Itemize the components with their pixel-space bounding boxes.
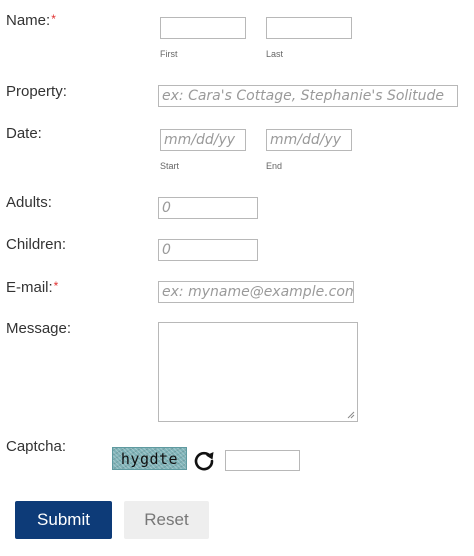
email-label: E-mail:* — [6, 279, 59, 296]
start-date-input[interactable]: mm/dd/yy — [160, 129, 246, 151]
first-name-input[interactable] — [160, 17, 246, 39]
message-label: Message: — [6, 320, 72, 337]
end-date-input[interactable]: mm/dd/yy — [266, 129, 352, 151]
children-input[interactable]: 0 — [158, 239, 258, 261]
refresh-icon[interactable] — [192, 448, 216, 472]
adults-label: Adults: — [6, 194, 52, 211]
resize-grip-icon[interactable] — [347, 411, 355, 419]
last-name-sublabel: Last — [266, 49, 284, 59]
captcha-label: Captcha: — [6, 438, 67, 455]
reset-button[interactable]: Reset — [124, 501, 209, 539]
end-date-sublabel: End — [266, 161, 283, 171]
required-marker: * — [51, 12, 56, 26]
message-textarea[interactable] — [158, 322, 358, 422]
required-marker: * — [53, 279, 59, 293]
first-name-sublabel: First — [160, 49, 178, 59]
property-input[interactable]: ex: Cara's Cottage, Stephanie's Solitude — [158, 85, 458, 107]
name-label: Name:* — [6, 12, 56, 29]
date-label: Date: — [6, 125, 42, 142]
adults-input[interactable]: 0 — [158, 197, 258, 219]
captcha-image: hygdte — [112, 447, 187, 470]
property-label: Property: — [6, 83, 67, 100]
captcha-input[interactable] — [225, 450, 300, 471]
start-date-sublabel: Start — [160, 161, 180, 171]
last-name-input[interactable] — [266, 17, 352, 39]
submit-button[interactable]: Submit — [15, 501, 112, 539]
children-label: Children: — [6, 236, 67, 253]
email-input[interactable]: ex: myname@example.com — [158, 281, 354, 303]
